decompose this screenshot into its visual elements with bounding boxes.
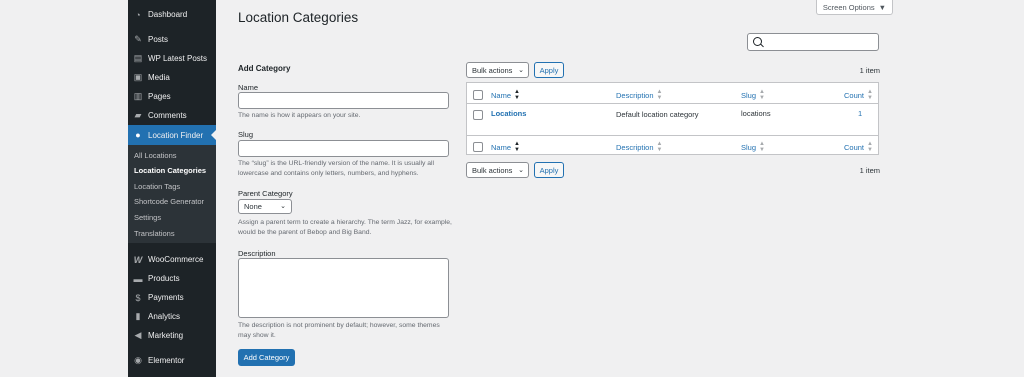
submenu-translations[interactable]: Translations: [134, 229, 175, 238]
row-checkbox[interactable]: [473, 110, 483, 120]
parent-category-select[interactable]: None ⌄: [238, 199, 292, 214]
select-all-checkbox-bottom[interactable]: [473, 142, 483, 152]
search-icon: [753, 37, 762, 46]
name-help-text: The name is how it appears on your site.: [238, 112, 361, 119]
menu-marketing[interactable]: ◀ Marketing: [128, 326, 216, 345]
slug-help-text: The “slug” is the URL-friendly version o…: [238, 160, 435, 177]
bulk-actions-select-top[interactable]: Bulk actions ⌄: [466, 62, 529, 78]
item-count-bottom: 1 item: [859, 166, 880, 175]
screen-options-label: Screen Options: [822, 2, 875, 12]
name-field[interactable]: [238, 92, 449, 109]
admin-sidebar: ◔ Dashboard ✎ Posts ▤ WP Latest Posts ▣ …: [128, 0, 216, 377]
menu-posts[interactable]: ✎ Posts: [128, 30, 216, 49]
menu-pages[interactable]: ▥ Pages: [128, 87, 216, 106]
page-title: Location Categories: [238, 10, 359, 25]
description-help-text: The description is not prominent by defa…: [238, 322, 440, 339]
column-footer-description[interactable]: Description ▲ ▼: [616, 141, 662, 153]
menu-dashboard[interactable]: ◔ Dashboard: [128, 5, 216, 24]
submenu-location-categories[interactable]: Location Categories: [134, 166, 206, 175]
parent-help-text: Assign a parent term to create a hierarc…: [238, 219, 452, 236]
category-slug: locations: [741, 109, 771, 118]
menu-wp-latest-posts[interactable]: ▤ WP Latest Posts: [128, 49, 216, 68]
name-label: Name: [238, 83, 259, 92]
main-content: Location Categories Screen Options ▼ Add…: [216, 0, 1024, 377]
sort-icon: ▲ ▼: [656, 141, 663, 153]
add-category-heading: Add Category: [238, 64, 291, 73]
comments-icon: ▰: [134, 110, 142, 120]
slug-field[interactable]: [238, 140, 449, 157]
sort-icon: ▲ ▼: [514, 89, 520, 101]
submenu-location-tags[interactable]: Location Tags: [134, 182, 180, 191]
dashboard-icon: ◔: [135, 9, 141, 20]
search-input[interactable]: [747, 33, 879, 51]
chevron-down-icon: ⌄: [518, 67, 524, 74]
screen-options-button[interactable]: Screen Options ▼: [816, 0, 893, 15]
column-header-description[interactable]: Description ▲ ▼: [616, 89, 662, 101]
submenu-all-locations[interactable]: All Locations: [134, 151, 177, 160]
marketing-icon: ◀: [134, 330, 142, 340]
products-icon: ▬: [133, 273, 143, 284]
latest-posts-icon: ▤: [133, 53, 143, 63]
analytics-icon: ▮: [135, 311, 141, 321]
sort-icon: ▲ ▼: [759, 141, 765, 153]
header-divider: [467, 103, 878, 104]
column-header-name[interactable]: Name ▲ ▼: [491, 89, 520, 101]
apply-button-top[interactable]: Apply: [534, 62, 564, 78]
location-pin-icon: ●: [135, 130, 141, 140]
pages-icon: ▥: [133, 91, 143, 101]
woocommerce-icon: W: [133, 254, 143, 265]
select-all-checkbox-top[interactable]: [473, 90, 483, 100]
menu-payments[interactable]: $ Payments: [128, 288, 216, 307]
menu-analytics[interactable]: ▮ Analytics: [128, 307, 216, 326]
menu-media[interactable]: ▣ Media: [128, 68, 216, 87]
parent-category-label: Parent Category: [238, 189, 293, 198]
chevron-down-icon: ⌄: [280, 203, 286, 210]
column-header-slug[interactable]: Slug ▲ ▼: [741, 89, 765, 101]
add-category-button[interactable]: Add Category: [238, 349, 295, 366]
elementor-icon: ◉: [134, 355, 142, 365]
column-footer-count[interactable]: Count ▲ ▼: [844, 141, 873, 153]
menu-elementor[interactable]: ◉ Elementor: [128, 351, 216, 370]
sort-icon: ▲ ▼: [867, 141, 873, 153]
menu-woocommerce[interactable]: W WooCommerce: [128, 250, 216, 269]
column-footer-slug[interactable]: Slug ▲ ▼: [741, 141, 765, 153]
category-count-link[interactable]: 1: [858, 109, 862, 118]
menu-products[interactable]: ▬ Products: [128, 269, 216, 288]
column-header-count[interactable]: Count ▲ ▼: [844, 89, 873, 101]
submenu-shortcode-generator[interactable]: Shortcode Generator: [134, 197, 204, 206]
sort-icon: ▲ ▼: [759, 89, 765, 101]
menu-comments[interactable]: ▰ Comments: [128, 106, 216, 125]
description-label: Description: [238, 249, 276, 258]
apply-button-bottom[interactable]: Apply: [534, 162, 564, 178]
category-description: Default location category: [616, 110, 699, 119]
caret-down-icon: ▼: [878, 2, 887, 12]
column-footer-name[interactable]: Name ▲ ▼: [491, 141, 520, 153]
sort-icon: ▲ ▼: [514, 141, 520, 153]
slug-label: Slug: [238, 130, 254, 139]
bulk-actions-select-bottom[interactable]: Bulk actions ⌄: [466, 162, 529, 178]
payments-icon: $: [135, 292, 141, 303]
description-field[interactable]: [238, 258, 449, 318]
page-margin: [0, 0, 128, 377]
categories-table: Name ▲ ▼ Description ▲ ▼ Slug ▲ ▼ Count ▲ ▼ …: [466, 82, 879, 155]
menu-location-finder[interactable]: ● Location Finder: [128, 125, 216, 145]
parent-category-value: None: [244, 202, 262, 211]
media-icon: ▣: [133, 72, 143, 82]
submenu-settings[interactable]: Settings: [134, 213, 161, 222]
bulk-actions-label: Bulk actions: [472, 165, 513, 175]
footer-divider: [467, 135, 878, 136]
bulk-actions-label: Bulk actions: [472, 65, 513, 75]
item-count-top: 1 item: [859, 66, 880, 75]
location-finder-submenu: All Locations Location Categories Locati…: [128, 145, 216, 243]
chevron-down-icon: ⌄: [518, 167, 524, 174]
sort-icon: ▲ ▼: [656, 89, 663, 101]
sort-icon: ▲ ▼: [867, 89, 873, 101]
category-name-link[interactable]: Locations: [491, 109, 526, 118]
pin-icon: ✎: [134, 34, 142, 44]
